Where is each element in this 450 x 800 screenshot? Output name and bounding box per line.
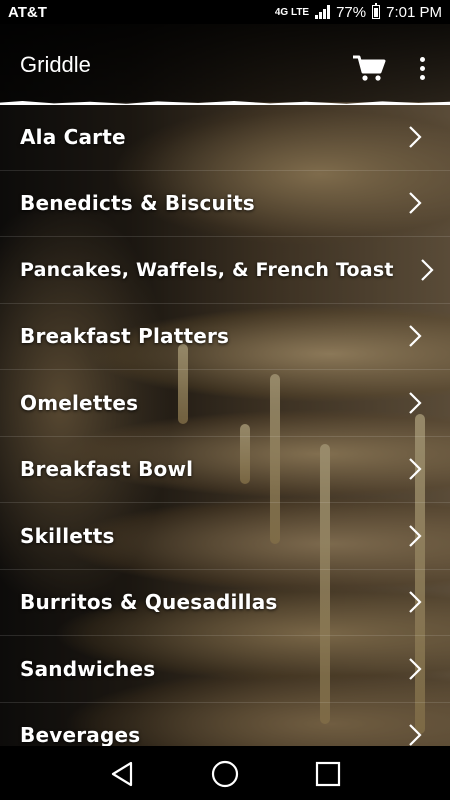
menu-item-label: Breakfast Platters: [20, 324, 230, 349]
chevron-right-icon: [409, 657, 422, 680]
menu-item-omelettes[interactable]: Omelettes: [0, 370, 450, 437]
chevron-right-icon: [409, 458, 422, 481]
chevron-right-icon: [409, 391, 422, 414]
menu-item-label: Pancakes, Waffels, & French Toast: [20, 258, 394, 281]
chevron-right-icon: [409, 524, 422, 547]
signal-icon: [315, 5, 331, 19]
app-bar: Griddle: [0, 24, 450, 105]
menu-item-sandwiches[interactable]: Sandwiches: [0, 636, 450, 703]
back-triangle-icon: [111, 761, 132, 787]
menu-item-label: Omelettes: [20, 390, 139, 415]
recents-square-icon: [316, 761, 341, 787]
menu-item-beverages[interactable]: Beverages: [0, 703, 450, 746]
menu-item-skilletts[interactable]: Skilletts: [0, 503, 450, 570]
shopping-cart-icon: [353, 55, 386, 81]
chevron-right-icon: [409, 591, 422, 614]
category-list: Ala Carte Benedicts & Biscuits Pancakes,…: [0, 104, 450, 746]
menu-item-breakfast-bowl[interactable]: Breakfast Bowl: [0, 437, 450, 503]
page-title: Griddle: [20, 52, 91, 77]
menu-item-label: Breakfast Bowl: [20, 457, 194, 482]
cart-button[interactable]: [352, 54, 386, 82]
menu-item-burritos-quesadillas[interactable]: Burritos & Quesadillas: [0, 570, 450, 636]
menu-item-label: Skilletts: [20, 523, 115, 548]
menu-item-ala-carte[interactable]: Ala Carte: [0, 104, 450, 171]
menu-item-label: Sandwiches: [20, 656, 156, 681]
home-circle-icon: [211, 760, 239, 788]
system-nav-bar: [0, 748, 450, 800]
menu-item-label: Burritos & Quesadillas: [20, 590, 278, 615]
carrier-label: AT&T: [8, 3, 47, 21]
chevron-right-icon: [409, 325, 422, 348]
network-type-label: 4G LTE: [274, 6, 310, 18]
menu-item-label: Ala Carte: [20, 124, 126, 149]
more-vert-icon: [419, 56, 425, 62]
chevron-right-icon: [409, 724, 422, 746]
chevron-right-icon: [421, 258, 434, 281]
menu-item-pancakes-waffels-french-toast[interactable]: Pancakes, Waffels, & French Toast: [0, 237, 450, 304]
battery-icon: [372, 3, 381, 19]
menu-item-benedicts-biscuits[interactable]: Benedicts & Biscuits: [0, 171, 450, 237]
menu-item-label: Beverages: [20, 723, 141, 746]
home-button[interactable]: [209, 758, 241, 790]
menu-item-breakfast-platters[interactable]: Breakfast Platters: [0, 304, 450, 370]
clock: 7:01 PM: [386, 3, 442, 21]
menu-item-label: Benedicts & Biscuits: [20, 191, 255, 216]
back-button[interactable]: [106, 758, 138, 790]
recents-button[interactable]: [312, 758, 344, 790]
overflow-menu-button[interactable]: [412, 52, 432, 84]
status-bar: AT&T 4G LTE 77% 7:01 PM: [0, 0, 450, 24]
battery-percent: 77%: [336, 3, 367, 21]
chevron-right-icon: [409, 125, 422, 148]
torn-divider: [0, 101, 450, 105]
chevron-right-icon: [409, 192, 422, 215]
